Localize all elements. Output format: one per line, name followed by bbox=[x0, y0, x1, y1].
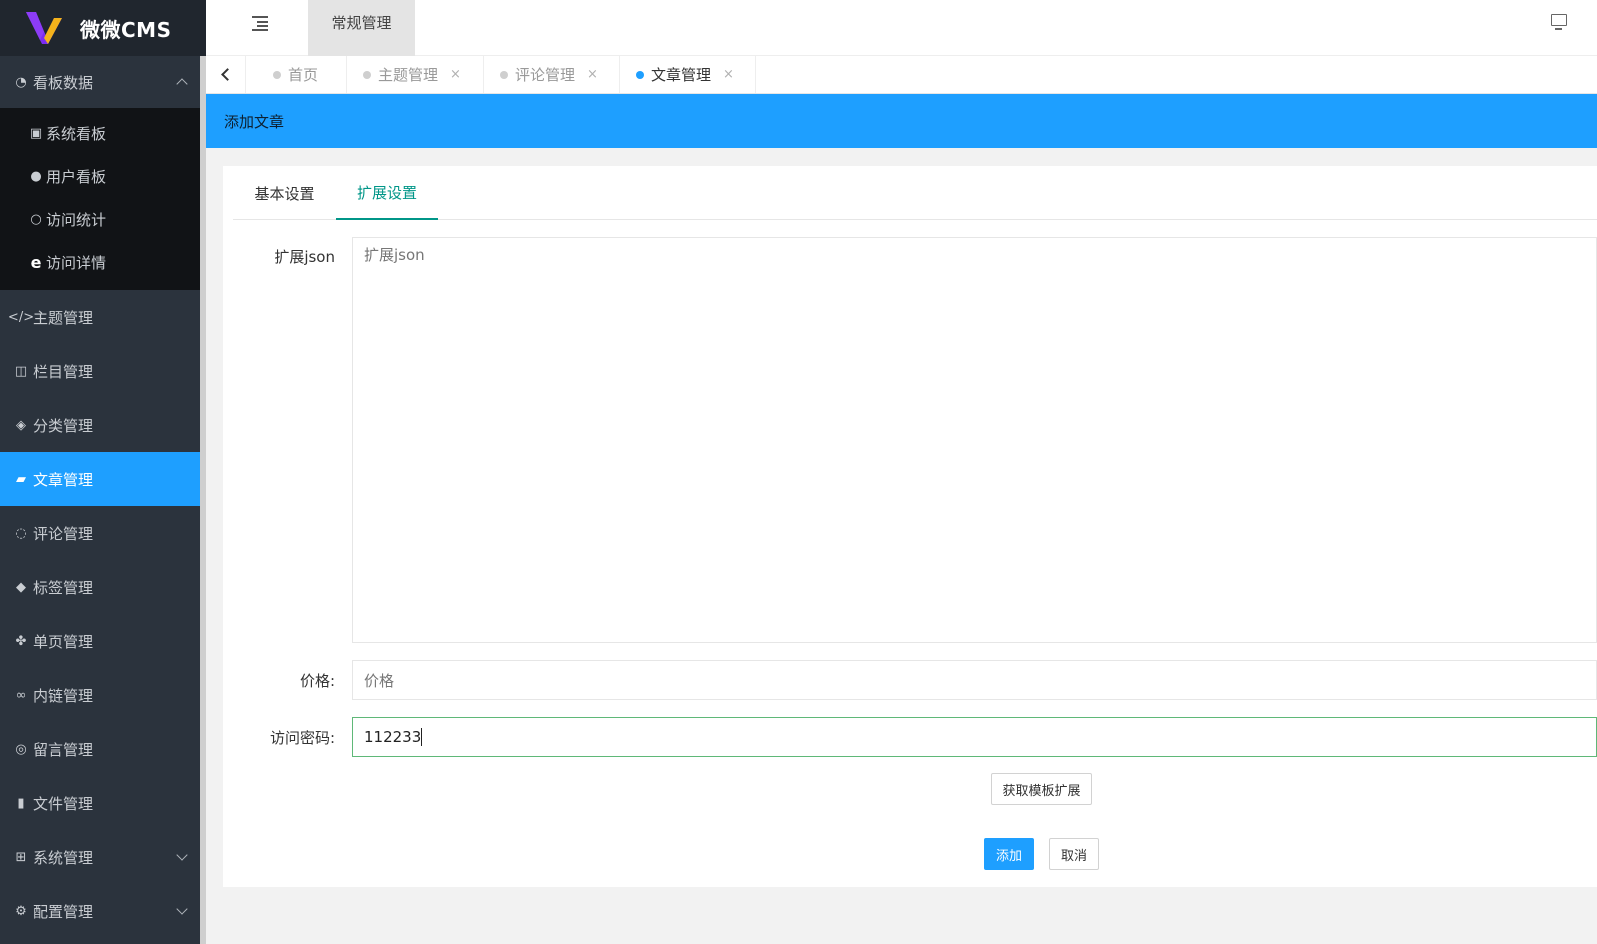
pagelines-icon: ✤ bbox=[15, 633, 27, 649]
tab-dot-icon bbox=[363, 70, 371, 79]
book-icon: ▰ bbox=[16, 471, 26, 487]
sidebar-item-label: 系统管理 bbox=[33, 848, 94, 867]
fetch-template-ext-button[interactable]: 获取模板扩展 bbox=[991, 773, 1092, 805]
monitor-icon[interactable] bbox=[1551, 14, 1567, 30]
tab-dot-icon bbox=[273, 70, 281, 79]
page-tabs: 首页 主题管理 × 评论管理 × 文章管理 × bbox=[206, 56, 1597, 94]
comment-icon: ◌ bbox=[15, 525, 27, 541]
user-outline-icon: ○ bbox=[30, 212, 42, 227]
tab-theme[interactable]: 主题管理 × bbox=[347, 56, 484, 93]
app-name: 微微CMS bbox=[80, 17, 172, 42]
sidebar-item-columns[interactable]: ◫ 栏目管理 bbox=[0, 344, 200, 398]
sidebar-item-article[interactable]: ▰ 文章管理 bbox=[0, 452, 200, 506]
logo-v-icon bbox=[26, 12, 62, 44]
file-icon: ▮ bbox=[17, 795, 25, 811]
sidebar-item-label: 访问详情 bbox=[46, 254, 107, 272]
form-card: 基本设置 扩展设置 扩展json 扩展json 价格: 价格 访问密码: 112… bbox=[223, 166, 1597, 887]
chevron-down-icon bbox=[176, 903, 188, 915]
page-title: 添加文章 bbox=[206, 94, 1597, 148]
add-button[interactable]: 添加 bbox=[984, 838, 1034, 870]
password-label: 访问密码: bbox=[269, 729, 335, 747]
tab-label: 主题管理 bbox=[378, 66, 439, 84]
tab-label: 首页 bbox=[288, 66, 319, 84]
sidebar-item-label: 配置管理 bbox=[33, 902, 94, 921]
sidebar-item-file[interactable]: ▮ 文件管理 bbox=[0, 776, 200, 830]
indent-icon[interactable] bbox=[252, 14, 270, 32]
chevron-left-icon bbox=[221, 68, 234, 81]
logo[interactable]: 微微CMS bbox=[0, 0, 206, 56]
sidebar-item-label: 看板数据 bbox=[33, 73, 94, 92]
sidebar-item-category[interactable]: ◈ 分类管理 bbox=[0, 398, 200, 452]
close-icon[interactable]: × bbox=[723, 67, 734, 82]
sidebar-item-tags[interactable]: ◆ 标签管理 bbox=[0, 560, 200, 614]
close-icon[interactable]: × bbox=[587, 67, 598, 82]
sidebar-scrollbar[interactable] bbox=[200, 56, 206, 944]
header-tab-general[interactable]: 常规管理 bbox=[308, 0, 415, 56]
sidebar-item-label: 标签管理 bbox=[33, 578, 94, 597]
sidebar-item-system[interactable]: ⊞ 系统管理 bbox=[0, 830, 200, 884]
code-icon: </> bbox=[7, 309, 35, 325]
tab-dot-icon bbox=[500, 70, 508, 79]
sidebar-item-message[interactable]: ◎ 留言管理 bbox=[0, 722, 200, 776]
tab-extended-settings[interactable]: 扩展设置 bbox=[336, 166, 438, 220]
ext-json-label: 扩展json bbox=[274, 248, 335, 266]
tab-label: 评论管理 bbox=[515, 66, 576, 84]
ext-json-textarea[interactable]: 扩展json bbox=[352, 237, 1597, 643]
tab-article[interactable]: 文章管理 × bbox=[620, 56, 756, 93]
columns-icon: ◫ bbox=[14, 363, 28, 379]
tab-label: 文章管理 bbox=[651, 66, 712, 84]
sidebar-item-system-board[interactable]: ▣ 系统看板 bbox=[0, 112, 200, 155]
sidebar-item-label: 留言管理 bbox=[33, 740, 94, 759]
chevron-up-icon bbox=[176, 78, 188, 90]
close-icon[interactable]: × bbox=[450, 67, 461, 82]
password-value: 112233 bbox=[364, 728, 422, 746]
dashboard-icon: ◔ bbox=[15, 74, 27, 90]
sidebar-item-label: 主题管理 bbox=[33, 308, 94, 327]
sidebar-nav: ◔ 看板数据 ▣ 系统看板 ● 用户看板 ○ 访问统计 e 访问详情 </> 主… bbox=[0, 56, 200, 938]
sidebar-item-label: 系统看板 bbox=[46, 125, 107, 143]
sidebar-item-label: 访问统计 bbox=[46, 211, 107, 229]
cancel-button[interactable]: 取消 bbox=[1049, 838, 1099, 870]
link-icon: ∞ bbox=[15, 687, 27, 703]
top-header: 常规管理 bbox=[206, 0, 1597, 56]
sidebar-item-visit-details[interactable]: e 访问详情 bbox=[0, 241, 200, 284]
sidebar-item-label: 文件管理 bbox=[33, 794, 94, 813]
sidebar-item-internal-link[interactable]: ∞ 内链管理 bbox=[0, 668, 200, 722]
tab-home[interactable]: 首页 bbox=[256, 56, 347, 93]
user-icon: ● bbox=[30, 169, 42, 184]
sidebar-item-label: 单页管理 bbox=[33, 632, 94, 651]
sidebar-item-dashboard-data[interactable]: ◔ 看板数据 bbox=[0, 56, 200, 108]
tab-comment[interactable]: 评论管理 × bbox=[484, 56, 620, 93]
sidebar-item-comment[interactable]: ◌ 评论管理 bbox=[0, 506, 200, 560]
tab-basic-settings[interactable]: 基本设置 bbox=[233, 166, 336, 220]
sidebar-item-single-page[interactable]: ✤ 单页管理 bbox=[0, 614, 200, 668]
sidebar-item-label: 文章管理 bbox=[33, 470, 94, 489]
chevron-down-icon bbox=[176, 849, 188, 861]
cube-icon: ◈ bbox=[16, 417, 26, 433]
cogs-icon: ⚙ bbox=[15, 903, 27, 919]
sidebar-item-visit-stats[interactable]: ○ 访问统计 bbox=[0, 198, 200, 241]
ie-browser-icon: e bbox=[30, 253, 42, 272]
sidebar-item-label: 内链管理 bbox=[33, 686, 94, 705]
price-label: 价格: bbox=[299, 672, 335, 690]
sidebar-item-label: 评论管理 bbox=[33, 524, 94, 543]
tags-icon: ◆ bbox=[16, 579, 26, 595]
image-icon: ▣ bbox=[29, 126, 43, 141]
sidebar-item-label: 用户看板 bbox=[46, 168, 107, 186]
form-tabs: 基本设置 扩展设置 bbox=[233, 166, 1597, 220]
tab-dot-icon bbox=[636, 70, 644, 79]
sidebar-item-label: 分类管理 bbox=[33, 416, 94, 435]
comments-icon: ◎ bbox=[15, 741, 27, 757]
sidebar: 微微CMS ◔ 看板数据 ▣ 系统看板 ● 用户看板 ○ 访问统计 e 访问详情 bbox=[0, 0, 206, 944]
sidebar-submenu: ▣ 系统看板 ● 用户看板 ○ 访问统计 e 访问详情 bbox=[0, 108, 200, 290]
sidebar-item-config[interactable]: ⚙ 配置管理 bbox=[0, 884, 200, 938]
price-input[interactable]: 价格 bbox=[352, 660, 1597, 700]
sidebar-item-theme[interactable]: </> 主题管理 bbox=[0, 290, 200, 344]
text-caret bbox=[421, 728, 423, 746]
windows-icon: ⊞ bbox=[15, 849, 27, 865]
tabs-prev-button[interactable] bbox=[206, 56, 246, 93]
sidebar-item-label: 栏目管理 bbox=[33, 362, 94, 381]
sidebar-item-user-board[interactable]: ● 用户看板 bbox=[0, 155, 200, 198]
password-input[interactable]: 112233 bbox=[352, 717, 1597, 757]
